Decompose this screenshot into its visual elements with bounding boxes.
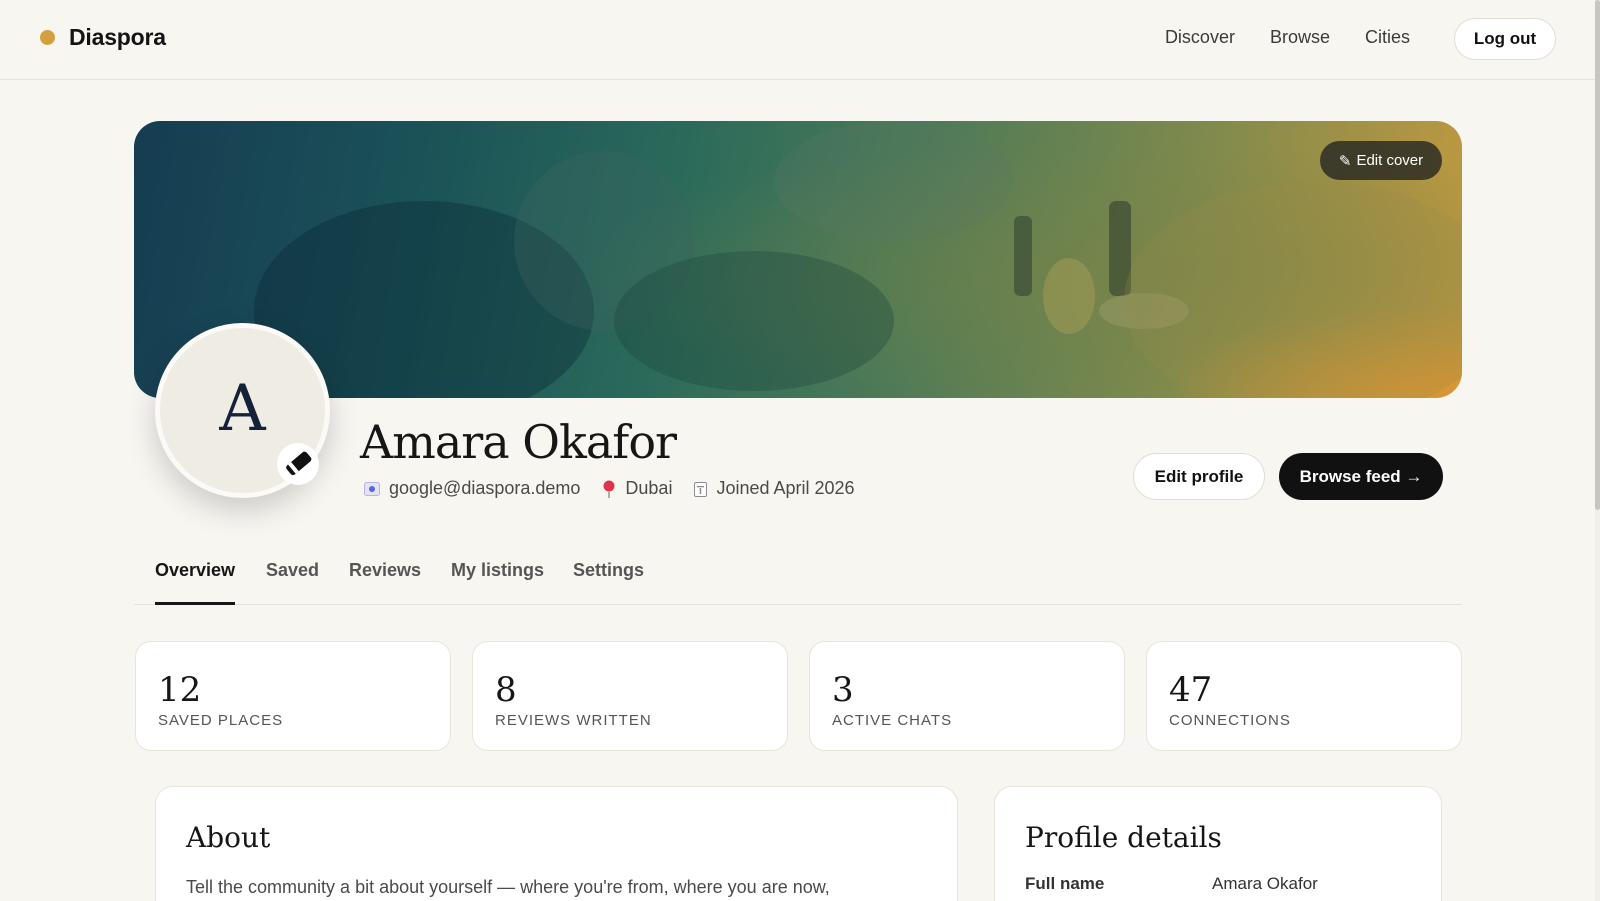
scrollbar-thumb[interactable]: [1595, 0, 1600, 510]
tab-saved[interactable]: Saved: [266, 560, 319, 605]
tab-settings[interactable]: Settings: [573, 560, 644, 605]
cover-photo-texture: [254, 121, 1462, 398]
stat-label: REVIEWS WRITTEN: [495, 712, 652, 729]
edit-cover-button[interactable]: ✎ Edit cover: [1320, 141, 1442, 180]
detail-label-full-name: Full name: [1025, 874, 1105, 893]
profile-joined: Joined April 2026: [694, 478, 855, 499]
tab-my-listings[interactable]: My listings: [451, 560, 544, 605]
nav-link-discover[interactable]: Discover: [1165, 27, 1235, 48]
nav-links: Discover Browse Cities: [1165, 27, 1410, 48]
brand-logo[interactable]: Diaspora: [40, 24, 166, 51]
profile-location: Dubai: [602, 478, 672, 499]
nav-link-cities[interactable]: Cities: [1365, 27, 1410, 48]
avatar: A: [155, 323, 330, 498]
edit-cover-label: Edit cover: [1356, 152, 1424, 169]
stat-value: 12: [158, 670, 202, 710]
avatar-initial: A: [219, 371, 266, 446]
stat-value: 8: [495, 670, 517, 710]
pencil-icon: ✎: [1338, 152, 1352, 170]
cover-image: ✎ Edit cover: [134, 121, 1462, 398]
logout-button[interactable]: Log out: [1454, 18, 1556, 60]
stat-label: CONNECTIONS: [1169, 712, 1291, 729]
joined-text: Joined April 2026: [716, 478, 855, 498]
scrollbar[interactable]: [1595, 0, 1600, 901]
brand-dot-icon: [40, 30, 55, 45]
profile-tabs: Overview Saved Reviews My listings Setti…: [134, 560, 1462, 605]
email-text: google@diaspora.demo: [389, 478, 581, 498]
stat-card-saved-places[interactable]: 12 SAVED PLACES: [135, 641, 451, 751]
stat-card-connections[interactable]: 47 CONNECTIONS: [1146, 641, 1462, 751]
profile-name: Amara Okafor: [360, 415, 677, 469]
profile-details-card: Profile details Full name Amara Okafor: [994, 786, 1442, 901]
brand-name: Diaspora: [69, 24, 166, 50]
profile-email: google@diaspora.demo: [364, 478, 580, 499]
about-title: About: [186, 821, 271, 854]
detail-value-full-name: Amara Okafor: [1212, 874, 1318, 893]
stat-label: SAVED PLACES: [158, 712, 284, 729]
about-card: About Tell the community a bit about you…: [155, 786, 958, 901]
profile-meta: google@diaspora.demo Dubai Joined April …: [364, 478, 877, 499]
calendar-icon: [694, 481, 708, 497]
stat-card-reviews-written[interactable]: 8 REVIEWS WRITTEN: [472, 641, 788, 751]
tab-reviews[interactable]: Reviews: [349, 560, 421, 605]
browse-feed-button[interactable]: Browse feed →: [1279, 453, 1443, 500]
avatar-edit-button[interactable]: [277, 443, 319, 485]
stat-label: ACTIVE CHATS: [832, 712, 953, 729]
nav-link-browse[interactable]: Browse: [1270, 27, 1330, 48]
stat-value: 3: [832, 670, 854, 710]
stat-value: 47: [1169, 670, 1213, 710]
stat-card-active-chats[interactable]: 3 ACTIVE CHATS: [809, 641, 1125, 751]
pencil-icon: [286, 451, 312, 476]
profile-details-title: Profile details: [1025, 821, 1222, 854]
tab-overview[interactable]: Overview: [155, 560, 236, 605]
about-text: Tell the community a bit about yourself …: [186, 877, 830, 897]
top-nav: Diaspora Discover Browse Cities Log out: [0, 0, 1600, 80]
location-text: Dubai: [625, 478, 673, 498]
edit-profile-button[interactable]: Edit profile: [1133, 453, 1265, 500]
location-pin-icon: [602, 480, 616, 498]
email-icon: [364, 481, 380, 496]
